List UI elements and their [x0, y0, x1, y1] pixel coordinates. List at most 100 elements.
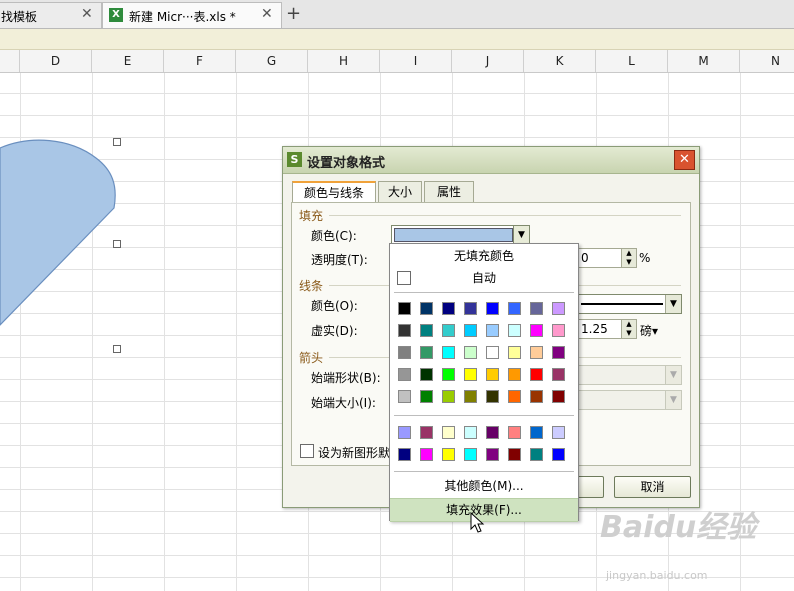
- dialog-title-bar[interactable]: S 设置对象格式 ✕: [283, 147, 699, 174]
- color-swatch[interactable]: [464, 346, 477, 359]
- cancel-button[interactable]: 取消: [614, 476, 691, 498]
- color-swatch[interactable]: [464, 426, 477, 439]
- auto-color-option[interactable]: 自动: [390, 267, 578, 289]
- begin-size-dropdown[interactable]: ▼: [578, 390, 682, 410]
- chevron-down-icon[interactable]: ▼: [665, 391, 681, 409]
- column-header-cell[interactable]: M: [668, 50, 740, 72]
- column-header-cell[interactable]: F: [164, 50, 236, 72]
- color-swatch[interactable]: [442, 390, 455, 403]
- color-swatch[interactable]: [530, 390, 543, 403]
- color-swatch[interactable]: [464, 390, 477, 403]
- column-header-cell[interactable]: K: [524, 50, 596, 72]
- weight-unit-dropdown[interactable]: 磅▾: [640, 322, 658, 339]
- fill-color-dropdown[interactable]: ▼: [391, 225, 530, 245]
- resize-handle[interactable]: [113, 345, 121, 353]
- color-swatch[interactable]: [508, 426, 521, 439]
- spinner-arrows-icon[interactable]: ▲ ▼: [621, 320, 636, 338]
- selected-shape[interactable]: [0, 130, 130, 330]
- color-swatch[interactable]: [508, 390, 521, 403]
- color-swatch[interactable]: [552, 324, 565, 337]
- color-swatch[interactable]: [552, 448, 565, 461]
- column-header-cell[interactable]: N: [740, 50, 794, 72]
- color-swatch[interactable]: [420, 390, 433, 403]
- line-weight-input[interactable]: 1.25 ▲ ▼: [578, 319, 637, 339]
- color-swatch[interactable]: [486, 324, 499, 337]
- column-header-cell[interactable]: H: [308, 50, 380, 72]
- column-header-cell[interactable]: L: [596, 50, 668, 72]
- color-swatch[interactable]: [442, 426, 455, 439]
- tab-properties[interactable]: 属性: [424, 181, 474, 202]
- chevron-down-icon[interactable]: ▼: [665, 295, 681, 313]
- no-fill-option[interactable]: 无填充颜色: [390, 245, 578, 267]
- color-swatch[interactable]: [420, 426, 433, 439]
- color-swatch[interactable]: [398, 368, 411, 381]
- color-swatch[interactable]: [486, 448, 499, 461]
- color-swatch[interactable]: [530, 324, 543, 337]
- column-header-cell[interactable]: I: [380, 50, 452, 72]
- color-swatch[interactable]: [552, 302, 565, 315]
- color-swatch[interactable]: [420, 368, 433, 381]
- color-swatch[interactable]: [398, 426, 411, 439]
- color-swatch[interactable]: [442, 448, 455, 461]
- close-tab-icon[interactable]: ✕: [81, 6, 93, 22]
- color-swatch[interactable]: [398, 390, 411, 403]
- color-swatch[interactable]: [508, 346, 521, 359]
- color-swatch[interactable]: [398, 302, 411, 315]
- color-swatch[interactable]: [508, 448, 521, 461]
- color-swatch[interactable]: [464, 302, 477, 315]
- color-swatch[interactable]: [530, 302, 543, 315]
- resize-handle[interactable]: [113, 138, 121, 146]
- color-swatch[interactable]: [398, 324, 411, 337]
- chevron-down-icon[interactable]: ▼: [665, 366, 681, 384]
- begin-style-dropdown[interactable]: ▼: [578, 365, 682, 385]
- color-swatch[interactable]: [442, 368, 455, 381]
- resize-handle[interactable]: [113, 240, 121, 248]
- close-tab-icon[interactable]: ✕: [261, 6, 273, 22]
- color-swatch[interactable]: [486, 426, 499, 439]
- color-swatch[interactable]: [508, 302, 521, 315]
- color-swatch[interactable]: [398, 346, 411, 359]
- color-swatch[interactable]: [486, 346, 499, 359]
- color-swatch[interactable]: [420, 346, 433, 359]
- more-colors-option[interactable]: 其他颜色(M)...: [390, 475, 578, 497]
- color-swatch[interactable]: [486, 368, 499, 381]
- ok-button[interactable]: [575, 476, 604, 498]
- column-header-cell[interactable]: G: [236, 50, 308, 72]
- spinner-arrows-icon[interactable]: ▲ ▼: [621, 249, 636, 267]
- color-swatch[interactable]: [530, 426, 543, 439]
- color-swatch[interactable]: [464, 448, 477, 461]
- color-swatch[interactable]: [530, 448, 543, 461]
- color-swatch[interactable]: [508, 324, 521, 337]
- color-swatch[interactable]: [552, 390, 565, 403]
- color-swatch[interactable]: [486, 302, 499, 315]
- column-header-cell[interactable]: E: [92, 50, 164, 72]
- color-swatch[interactable]: [552, 426, 565, 439]
- color-swatch[interactable]: [420, 448, 433, 461]
- color-swatch[interactable]: [552, 346, 565, 359]
- color-swatch[interactable]: [420, 302, 433, 315]
- color-swatch[interactable]: [530, 368, 543, 381]
- color-swatch[interactable]: [420, 324, 433, 337]
- color-swatch[interactable]: [552, 368, 565, 381]
- close-icon[interactable]: ✕: [674, 150, 695, 170]
- column-header-cell[interactable]: J: [452, 50, 524, 72]
- line-color-dropdown[interactable]: ▼: [578, 294, 682, 314]
- color-swatch[interactable]: [464, 368, 477, 381]
- default-checkbox[interactable]: [300, 444, 314, 458]
- color-swatch[interactable]: [442, 302, 455, 315]
- column-header-cell[interactable]: D: [20, 50, 92, 72]
- color-swatch[interactable]: [442, 346, 455, 359]
- tab-templates[interactable]: 找模板 ✕: [0, 2, 102, 28]
- tab-workbook[interactable]: X 新建 Micr···表.xls * ✕: [102, 2, 282, 28]
- color-swatch[interactable]: [530, 346, 543, 359]
- chevron-down-icon[interactable]: ▼: [513, 226, 529, 244]
- transparency-input[interactable]: 0 ▲ ▼: [578, 248, 637, 268]
- tab-size[interactable]: 大小: [378, 181, 422, 202]
- color-swatch[interactable]: [486, 390, 499, 403]
- new-tab-button[interactable]: +: [286, 3, 301, 24]
- color-swatch[interactable]: [398, 448, 411, 461]
- color-swatch[interactable]: [442, 324, 455, 337]
- tab-colors-lines[interactable]: 颜色与线条: [292, 181, 376, 203]
- color-swatch[interactable]: [508, 368, 521, 381]
- color-swatch[interactable]: [464, 324, 477, 337]
